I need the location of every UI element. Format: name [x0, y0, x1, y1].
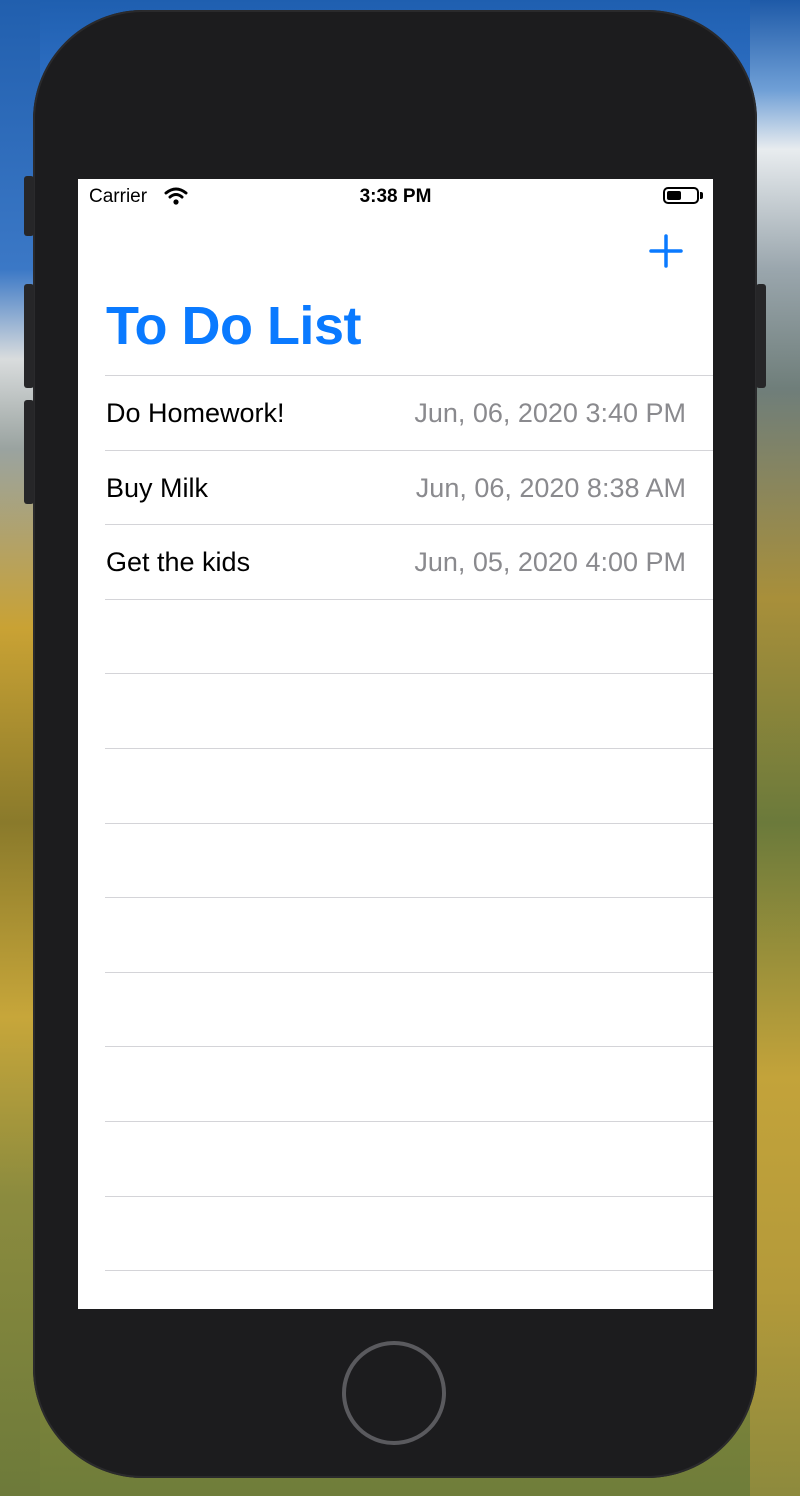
empty-row	[105, 1195, 713, 1271]
battery-icon	[663, 187, 699, 204]
status-bar: Carrier 3:38 PM	[78, 179, 713, 213]
empty-row	[105, 971, 713, 1047]
empty-row	[105, 747, 713, 823]
volume-down-button	[24, 400, 34, 504]
todo-row[interactable]: Buy Milk Jun, 06, 2020 8:38 AM	[105, 449, 713, 525]
app-screen: Carrier 3:38 PM To Do List Do Homework! …	[78, 179, 713, 1309]
empty-row	[105, 1046, 713, 1121]
empty-row	[105, 673, 713, 748]
home-button[interactable]	[342, 1341, 446, 1445]
todo-row[interactable]: Get the kids Jun, 05, 2020 4:00 PM	[105, 524, 713, 599]
empty-row	[105, 897, 713, 972]
todo-date: Jun, 06, 2020 8:38 AM	[415, 472, 686, 503]
list-separator	[105, 1270, 713, 1272]
add-todo-button[interactable]	[646, 231, 686, 271]
todo-list: Do Homework! Jun, 06, 2020 3:40 PM Buy M…	[105, 375, 713, 1272]
empty-row	[105, 822, 713, 898]
mute-switch	[24, 176, 34, 236]
todo-title: Do Homework!	[106, 398, 285, 428]
page-title: To Do List	[106, 296, 361, 356]
empty-row	[105, 598, 713, 674]
todo-row[interactable]: Do Homework! Jun, 06, 2020 3:40 PM	[105, 375, 713, 450]
volume-up-button	[24, 284, 34, 388]
power-button	[756, 284, 766, 388]
empty-row	[105, 1120, 713, 1196]
todo-date: Jun, 06, 2020 3:40 PM	[414, 398, 686, 428]
plus-icon	[649, 234, 683, 268]
status-time: 3:38 PM	[359, 186, 432, 207]
todo-title: Buy Milk	[106, 472, 209, 503]
desktop-wallpaper-right	[750, 0, 800, 1496]
battery-tip	[700, 192, 703, 199]
battery-level	[667, 191, 681, 200]
todo-date: Jun, 05, 2020 4:00 PM	[414, 547, 686, 578]
todo-title: Get the kids	[106, 547, 251, 578]
